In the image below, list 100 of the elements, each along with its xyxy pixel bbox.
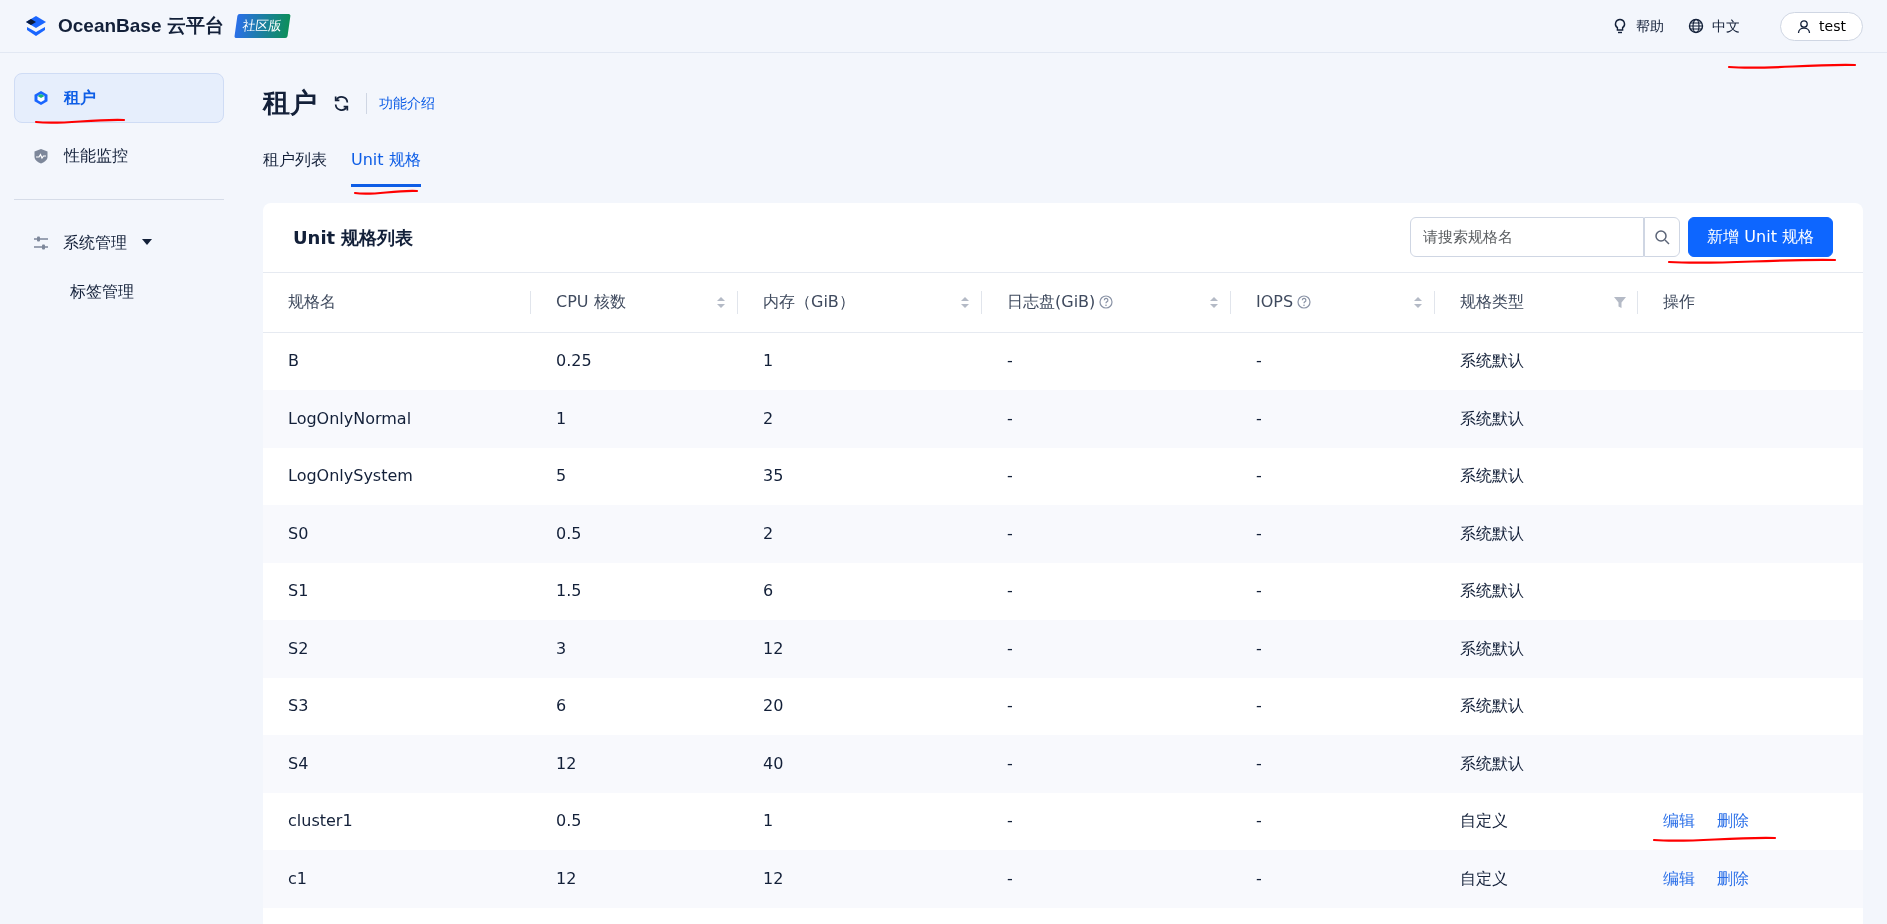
- table-cell-text: 20: [763, 695, 784, 718]
- hexagon-icon: [33, 89, 50, 107]
- table-cell-text: -: [1256, 580, 1262, 603]
- search-button[interactable]: [1644, 217, 1681, 257]
- table-cell-text: -: [1007, 752, 1013, 775]
- tab[interactable]: 租户列表: [263, 139, 327, 187]
- table-cell-text: 系统默认: [1460, 637, 1524, 660]
- table-cell-text: 12: [556, 752, 577, 775]
- search-field[interactable]: 请搜索规格名: [1410, 217, 1645, 257]
- table-cell-text: 5: [556, 465, 567, 488]
- table-cell-text: 0.5: [556, 810, 582, 833]
- table-cell-text: -: [1256, 637, 1262, 660]
- table-cell-text: S3: [288, 695, 309, 718]
- language-menu-button[interactable]: 中文: [1688, 15, 1741, 37]
- user-icon: [1797, 18, 1812, 34]
- action-link[interactable]: 编辑: [1663, 809, 1695, 834]
- column-header: CPU 核数: [556, 291, 626, 313]
- column-header: 规格名: [288, 291, 336, 313]
- table-cell-text: 自定义: [1460, 867, 1508, 890]
- table-cell-text: -: [1007, 637, 1013, 660]
- table-cell-text: S0: [288, 522, 309, 545]
- table-cell-text: 1: [763, 350, 774, 373]
- sliders-icon: [33, 235, 49, 251]
- sort-icon[interactable]: [1413, 295, 1423, 309]
- table-cell-text: -: [1007, 695, 1013, 718]
- table-cell-text: 系统默认: [1460, 695, 1524, 718]
- table-cell-text: -: [1007, 407, 1013, 430]
- table-cell-text: 6: [763, 580, 774, 603]
- table-cell-text: -: [1256, 810, 1262, 833]
- column-header: 规格类型: [1460, 291, 1524, 313]
- table-cell-text: 0.25: [556, 350, 592, 373]
- column-header: 日志盘(GiB): [1007, 290, 1114, 314]
- table-cell-text: -: [1007, 810, 1013, 833]
- table-cell-text: 系统默认: [1460, 580, 1524, 603]
- refresh-icon[interactable]: [333, 94, 350, 112]
- table-cell-text: S2: [288, 637, 309, 660]
- hand-drawn-underline: [353, 187, 419, 197]
- table-cell-text: B: [288, 350, 299, 373]
- tab[interactable]: Unit 规格: [351, 139, 421, 187]
- table-cell-text: 1.5: [556, 580, 582, 603]
- table-cell-text: 1: [763, 810, 774, 833]
- page-title: 租户: [263, 86, 317, 120]
- table-cell-text: -: [1256, 752, 1262, 775]
- table-cell-text: c1: [288, 867, 307, 890]
- table-cell-text: -: [1007, 580, 1013, 603]
- table-cell-text: 12: [556, 867, 577, 890]
- table-cell-text: 12: [763, 637, 784, 660]
- action-link[interactable]: 编辑: [1663, 866, 1695, 891]
- add-unit-spec-button[interactable]: 新增 Unit 规格: [1688, 217, 1833, 257]
- table-cell-text: -: [1256, 695, 1262, 718]
- table-cell-text: -: [1256, 350, 1262, 373]
- table-cell-text: S4: [288, 752, 309, 775]
- sidebar-item[interactable]: 租户: [14, 73, 224, 123]
- table-cell-text: -: [1007, 350, 1013, 373]
- table-cell-text: -: [1256, 465, 1262, 488]
- search-icon: [1654, 229, 1671, 245]
- sort-icon[interactable]: [960, 295, 970, 309]
- table-cell-text: -: [1256, 407, 1262, 430]
- sort-icon[interactable]: [716, 295, 726, 309]
- table-cell-text: 3: [556, 637, 567, 660]
- column-header: 内存（GiB）: [763, 291, 855, 313]
- table-cell-text: -: [1256, 522, 1262, 545]
- action-link[interactable]: 删除: [1717, 809, 1749, 834]
- table-cell-text: LogOnlyNormal: [288, 407, 412, 430]
- table-cell-text: 6: [556, 695, 567, 718]
- table-cell-text: cluster1: [288, 810, 353, 833]
- feature-intro-link[interactable]: 功能介绍: [366, 92, 435, 114]
- panel-title: Unit 规格列表: [293, 225, 414, 250]
- column-header: 操作: [1663, 291, 1695, 313]
- sidebar-item[interactable]: 性能监控: [14, 131, 224, 181]
- table-cell-text: -: [1007, 465, 1013, 488]
- table-cell-text: 自定义: [1460, 810, 1508, 833]
- table-cell-text: 系统默认: [1460, 522, 1524, 545]
- table-cell-text: -: [1007, 867, 1013, 890]
- table-cell-text: 40: [763, 752, 784, 775]
- action-link[interactable]: 删除: [1717, 866, 1749, 891]
- table-cell-text: 系统默认: [1460, 407, 1524, 430]
- table-cell-text: 2: [763, 407, 774, 430]
- help-link[interactable]: 帮助: [1612, 15, 1665, 37]
- column-header: IOPS: [1256, 290, 1312, 314]
- shield-icon: [33, 147, 50, 165]
- table-cell-text: 2: [763, 522, 774, 545]
- table-cell-text: -: [1256, 867, 1262, 890]
- brand-name: OceanBase 云平台: [58, 13, 224, 38]
- table-cell-text: 系统默认: [1460, 465, 1524, 488]
- sidebar-group[interactable]: 系统管理: [14, 218, 224, 268]
- globe-icon: [1688, 18, 1705, 34]
- filter-icon[interactable]: [1614, 296, 1626, 308]
- table-cell-text: 系统默认: [1460, 752, 1524, 775]
- table-cell-text: 1: [556, 407, 567, 430]
- table-cell-text: -: [1007, 522, 1013, 545]
- table-cell-text: S1: [288, 580, 309, 603]
- edition-badge: 社区版: [234, 14, 291, 38]
- table-cell-text: 35: [763, 465, 784, 488]
- table-cell-text: LogOnlySystem: [288, 465, 413, 488]
- table-cell-text: 12: [763, 867, 784, 890]
- user-menu-button[interactable]: test: [1780, 11, 1863, 41]
- table-cell-text: 系统默认: [1460, 350, 1524, 373]
- sort-icon[interactable]: [1209, 295, 1219, 309]
- sidebar-subitem[interactable]: 标签管理: [14, 268, 224, 316]
